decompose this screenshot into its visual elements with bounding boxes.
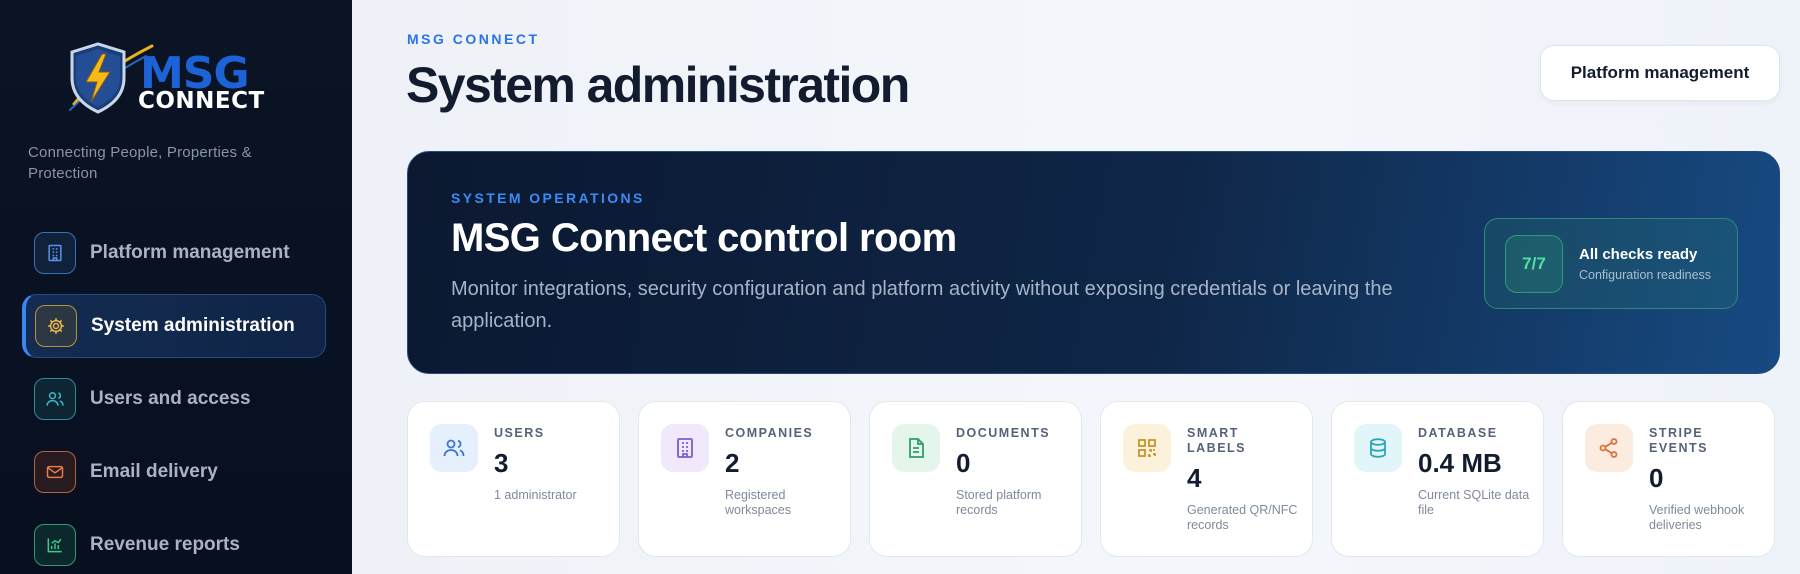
sidebar-item-label: Platform management — [90, 242, 290, 263]
stat-value: 3 — [494, 448, 509, 478]
sidebar-item-users-and-access[interactable]: Users and access — [22, 367, 326, 431]
users-icon — [430, 424, 478, 472]
readiness-subtitle: Configuration readiness — [1579, 268, 1712, 282]
sidebar: MSG CONNECT Connecting People, Propertie… — [0, 0, 352, 574]
building-icon — [34, 232, 76, 274]
stat-card-database: DATABASE 0.4 MB Current SQLite data file — [1331, 401, 1544, 557]
stat-card-documents: DOCUMENTS 0 Stored platform records — [869, 401, 1082, 557]
readiness-count-badge: 7/7 — [1505, 235, 1563, 293]
page-title: System administration — [406, 57, 910, 113]
hero-title: MSG Connect control room — [451, 216, 957, 260]
stat-label: DOCUMENTS — [956, 426, 1051, 440]
stat-subtext: Verified webhook deliveries — [1649, 503, 1745, 532]
sidebar-item-revenue-reports[interactable]: Revenue reports — [22, 513, 326, 574]
stat-subtext: Registered workspaces — [725, 488, 791, 517]
stat-value: 0.4 MB — [1418, 448, 1502, 478]
sidebar-item-platform-management[interactable]: Platform management — [22, 221, 326, 285]
document-icon — [892, 424, 940, 472]
main-content: MSG CONNECT System administration Platfo… — [352, 0, 1800, 574]
stat-subtext: 1 administrator — [494, 488, 577, 502]
hero-description: Monitor integrations, security configura… — [451, 278, 1393, 332]
logo-text-connect: CONNECT — [138, 88, 265, 114]
stat-subtext: Generated QR/NFC records — [1187, 503, 1298, 532]
stat-value: 4 — [1187, 463, 1202, 493]
stat-label: USERS — [494, 426, 545, 440]
chart-icon — [34, 524, 76, 566]
stat-subtext: Stored platform records — [956, 488, 1042, 517]
page-eyebrow: MSG CONNECT — [407, 31, 540, 47]
stat-label: SMART LABELS — [1187, 426, 1246, 455]
stat-label: STRIPE EVENTS — [1649, 426, 1709, 455]
stat-value: 2 — [725, 448, 740, 478]
sidebar-item-label: Users and access — [90, 388, 251, 409]
stat-value: 0 — [1649, 463, 1664, 493]
stat-card-smart-labels: SMART LABELS 4 Generated QR/NFC records — [1100, 401, 1313, 557]
sidebar-item-label: Revenue reports — [90, 534, 240, 555]
sidebar-item-label: Email delivery — [90, 461, 218, 482]
sidebar-item-email-delivery[interactable]: Email delivery — [22, 440, 326, 504]
building-icon — [661, 424, 709, 472]
readiness-title: All checks ready — [1579, 246, 1698, 263]
sidebar-item-label: System administration — [91, 315, 295, 336]
stat-card-companies: COMPANIES 2 Registered workspaces — [638, 401, 851, 557]
share-icon — [1585, 424, 1633, 472]
mail-icon — [34, 451, 76, 493]
users-icon — [34, 378, 76, 420]
stat-label: DATABASE — [1418, 426, 1498, 440]
readiness-panel: 7/7 All checks ready Configuration readi… — [1484, 218, 1738, 309]
stat-card-stripe-events: STRIPE EVENTS 0 Verified webhook deliver… — [1562, 401, 1775, 557]
stat-label: COMPANIES — [725, 426, 814, 440]
gear-icon — [35, 305, 77, 347]
stat-value: 0 — [956, 448, 971, 478]
qr-icon — [1123, 424, 1171, 472]
sidebar-item-system-administration[interactable]: System administration — [22, 294, 326, 358]
platform-management-button[interactable]: Platform management — [1540, 45, 1780, 101]
tagline: Connecting People, Properties & Protecti… — [28, 144, 252, 182]
msg-connect-logo: MSG CONNECT — [60, 38, 280, 118]
stat-subtext: Current SQLite data file — [1418, 488, 1530, 517]
stat-card-users: USERS 3 1 administrator — [407, 401, 620, 557]
hero-eyebrow: SYSTEM OPERATIONS — [451, 190, 645, 206]
control-room-hero: SYSTEM OPERATIONS MSG Connect control ro… — [407, 151, 1780, 374]
database-icon — [1354, 424, 1402, 472]
